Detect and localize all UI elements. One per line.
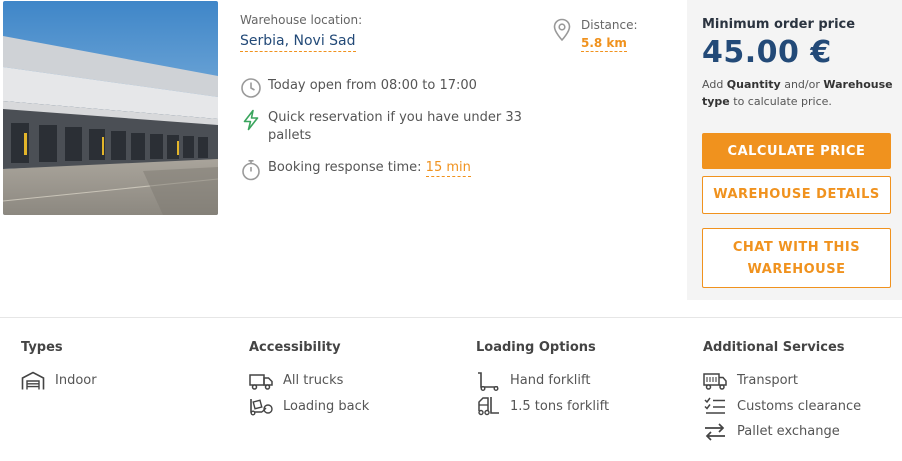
loading-back-icon [249,396,273,416]
list-item: Loading back [249,394,369,420]
quick-reservation-line1: Quick reservation if you have under 33 [268,110,522,125]
booking-response-value: 15 min [425,160,471,177]
booking-response: Booking response time: 15 min [240,159,471,181]
transport-truck-icon [703,371,727,391]
distance-block: Distance: 5.8 km [552,18,638,52]
list-item: Customs clearance [703,394,861,420]
loading-options-title: Loading Options [476,340,596,355]
map-pin-icon [552,18,572,42]
lightning-icon [240,109,262,131]
opening-hours-text: Today open from 08:00 to 17:00 [268,78,477,93]
min-price-label: Minimum order price [702,17,856,32]
chat-warehouse-button[interactable]: CHAT WITH THIS WAREHOUSE [702,228,891,288]
booking-response-label: Booking response time: [268,160,422,175]
truck-icon [249,371,273,391]
accessibility-title: Accessibility [249,340,341,355]
location-value[interactable]: Serbia, Novi Sad [240,33,356,52]
list-item: Pallet exchange [703,419,861,445]
stopwatch-icon [240,159,262,181]
distance-label: Distance: [581,18,638,32]
quick-reservation-line2: pallets [268,128,312,143]
types-title: Types [21,340,63,355]
distance-value: 5.8 km [581,36,627,52]
checklist-icon [703,396,727,416]
types-section: Types Indoor [21,340,97,394]
clock-icon [240,77,262,99]
location-block: Warehouse location: Serbia, Novi Sad [240,13,540,52]
accessibility-section: Accessibility All trucks Loading back [249,340,369,419]
quick-reservation: Quick reservation if you have under 33 p… [240,109,522,145]
additional-services-section: Additional Services Transport Customs cl… [703,340,861,445]
warehouse-icon [21,371,45,391]
calculate-price-button[interactable]: CALCULATE PRICE [702,133,891,169]
warehouse-details-button[interactable]: WAREHOUSE DETAILS [702,176,891,214]
section-divider [0,317,902,318]
exchange-arrows-icon [703,422,727,442]
list-item: Hand forklift [476,368,609,394]
loading-options-section: Loading Options Hand forklift 1.5 tons f… [476,340,609,419]
list-item: Transport [703,368,861,394]
location-label: Warehouse location: [240,13,363,27]
price-panel: Minimum order price 45.00 € Add Quantity… [687,0,902,300]
list-item: All trucks [249,368,369,394]
hand-forklift-icon [476,371,500,391]
list-item: Indoor [21,368,97,394]
list-item: 1.5 tons forklift [476,394,609,420]
opening-hours: Today open from 08:00 to 17:00 [240,77,477,99]
price-note: Add Quantity and/or Warehouse type to ca… [702,78,893,108]
forklift-icon [476,396,500,416]
min-price-value: 45.00 € [702,35,832,70]
warehouse-photo[interactable] [3,1,218,215]
additional-services-title: Additional Services [703,340,845,355]
